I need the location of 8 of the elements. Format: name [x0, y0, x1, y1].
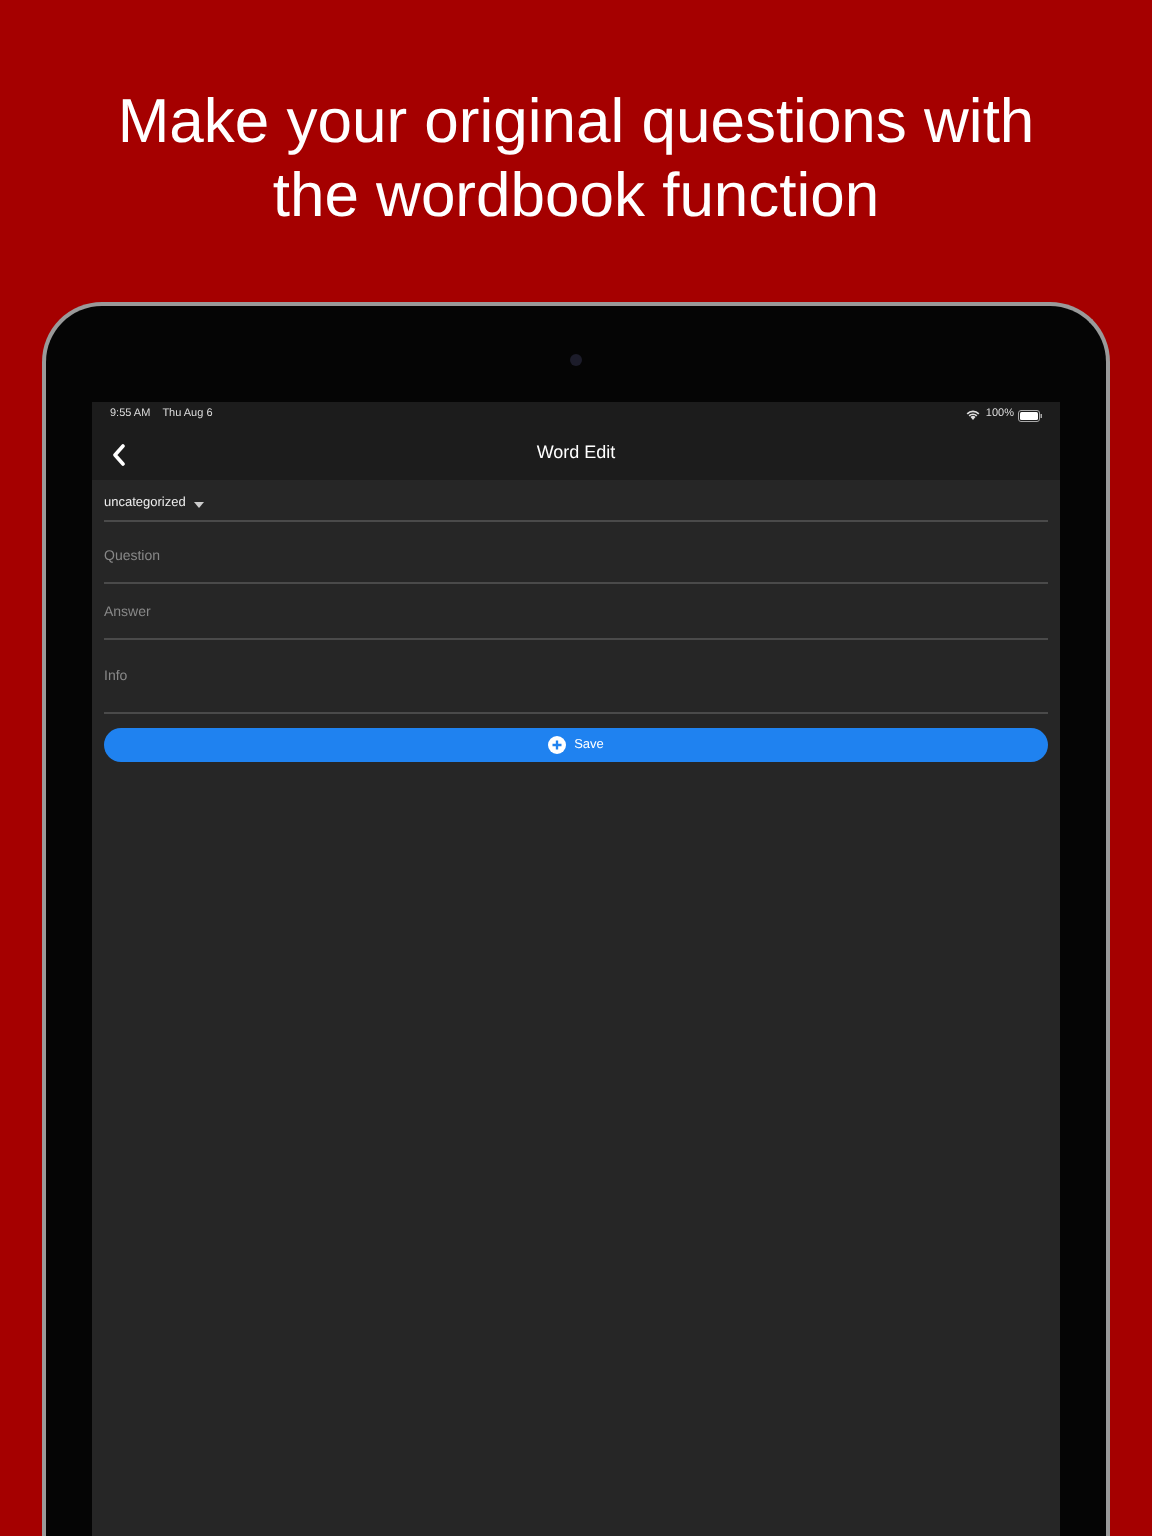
battery-icon: [1018, 409, 1042, 421]
nav-title: Word Edit: [536, 442, 616, 463]
caret-icon: [193, 501, 204, 507]
plus-icon: [548, 736, 567, 754]
headline: Make your original questions with the wordbook function: [115, 84, 1037, 232]
back-button[interactable]: [112, 443, 126, 465]
camera-icon: [570, 354, 582, 366]
wifi-icon: [965, 410, 980, 420]
